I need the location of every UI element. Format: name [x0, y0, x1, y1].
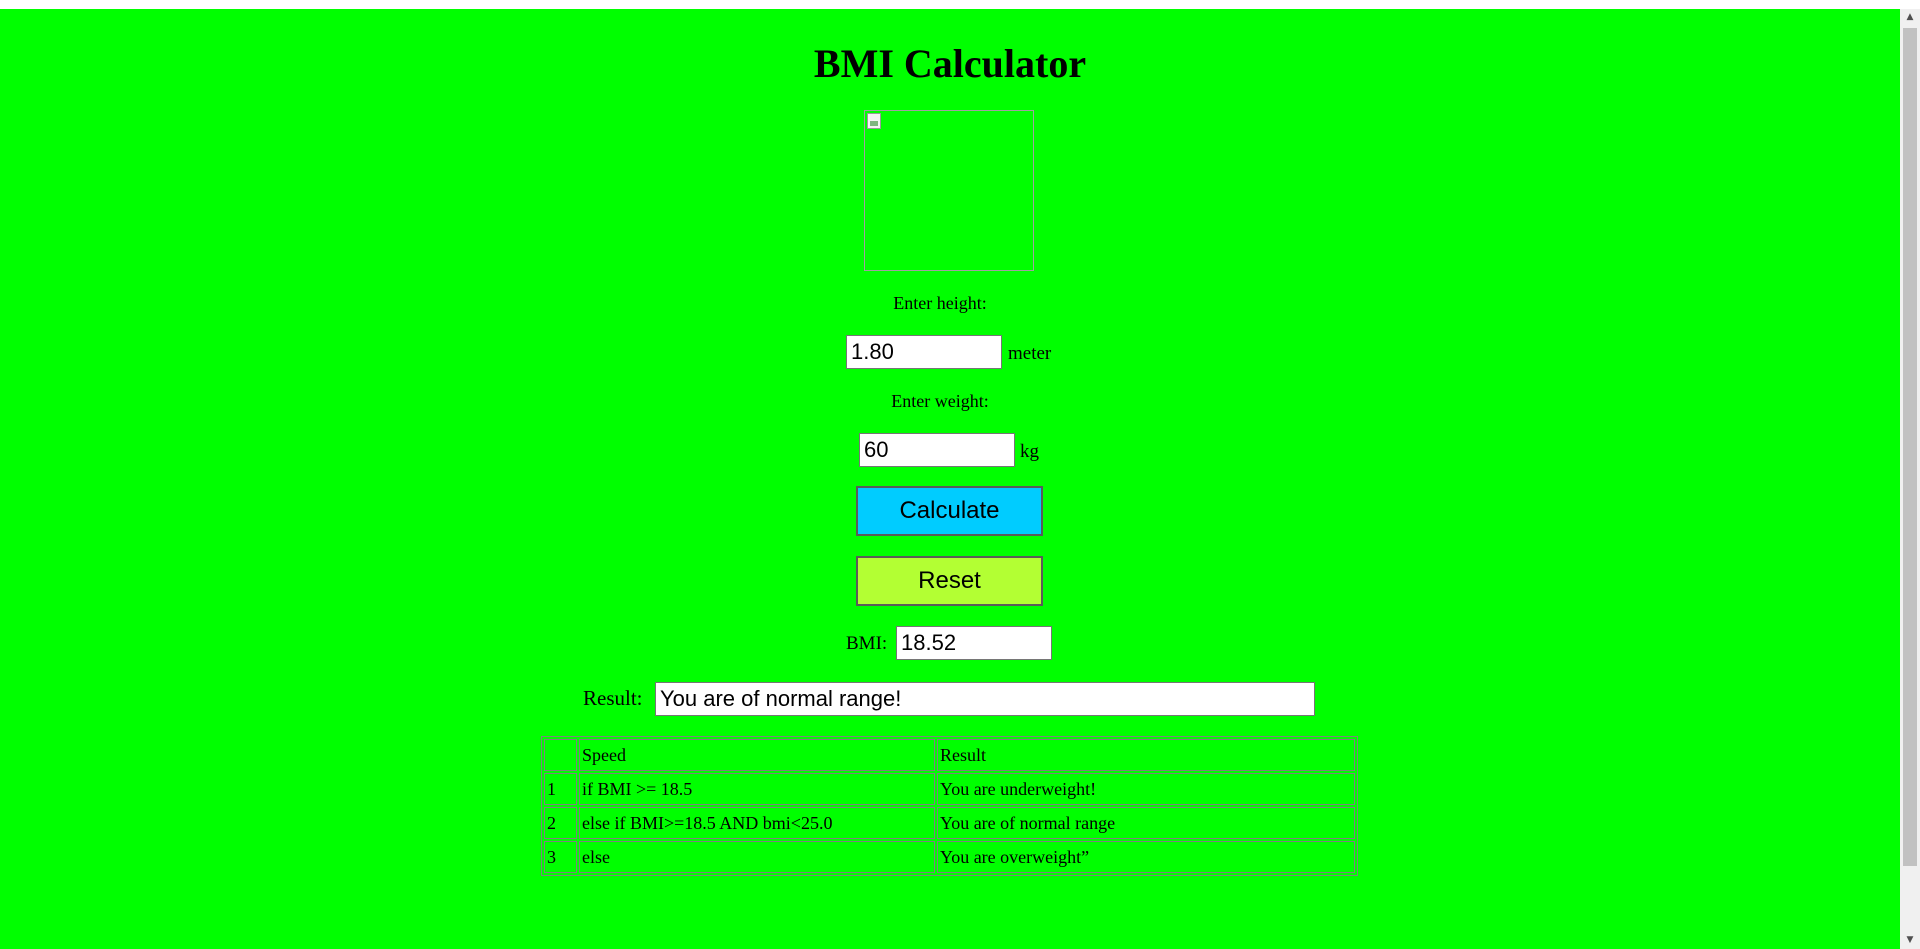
- table-cell-condition: else if BMI>=18.5 AND bmi<25.0: [579, 807, 935, 839]
- table-cell-index: 2: [544, 807, 577, 839]
- height-input[interactable]: [846, 335, 1002, 369]
- top-strip: [0, 0, 1920, 9]
- table-row: 3 else You are overweight”: [544, 841, 1355, 873]
- result-label: Result:: [583, 686, 643, 710]
- height-label: Enter height:: [893, 293, 987, 313]
- table-cell-condition: if BMI >= 18.5: [579, 773, 935, 805]
- scrollbar-thumb[interactable]: [1903, 28, 1917, 866]
- table-cell-result: You are overweight”: [937, 841, 1355, 873]
- table-cell-index: 3: [544, 841, 577, 873]
- height-unit: meter: [1008, 343, 1052, 364]
- page-body: BMI Calculator Enter height: meter Enter…: [0, 9, 1900, 949]
- weight-input[interactable]: [859, 433, 1015, 467]
- bmi-image: [864, 110, 1034, 271]
- table-cell-result: You are underweight!: [937, 773, 1355, 805]
- table-cell-condition: else: [579, 841, 935, 873]
- table-cell-index: 1: [544, 773, 577, 805]
- calculate-button[interactable]: Calculate: [856, 486, 1043, 536]
- scroll-down-arrow-icon[interactable]: ▼: [1900, 932, 1920, 949]
- table-header-row: Speed Result: [544, 739, 1355, 771]
- broken-image-icon: [867, 113, 881, 129]
- weight-label: Enter weight:: [891, 391, 989, 411]
- weight-unit: kg: [1020, 441, 1039, 462]
- result-output[interactable]: [655, 682, 1315, 716]
- vertical-scrollbar[interactable]: ▲ ▼: [1900, 9, 1920, 949]
- table-header-speed: Speed: [579, 739, 935, 771]
- bmi-label: BMI:: [846, 633, 888, 654]
- table-cell-result: You are of normal range: [937, 807, 1355, 839]
- reset-button[interactable]: Reset: [856, 556, 1043, 606]
- table-header-index: [544, 739, 577, 771]
- scroll-up-arrow-icon[interactable]: ▲: [1900, 9, 1920, 26]
- table-row: 1 if BMI >= 18.5 You are underweight!: [544, 773, 1355, 805]
- bmi-output[interactable]: [896, 626, 1052, 660]
- table-row: 2 else if BMI>=18.5 AND bmi<25.0 You are…: [544, 807, 1355, 839]
- page-title: BMI Calculator: [813, 41, 1087, 86]
- table-header-result: Result: [937, 739, 1355, 771]
- bmi-rules-table: Speed Result 1 if BMI >= 18.5 You are un…: [541, 736, 1358, 876]
